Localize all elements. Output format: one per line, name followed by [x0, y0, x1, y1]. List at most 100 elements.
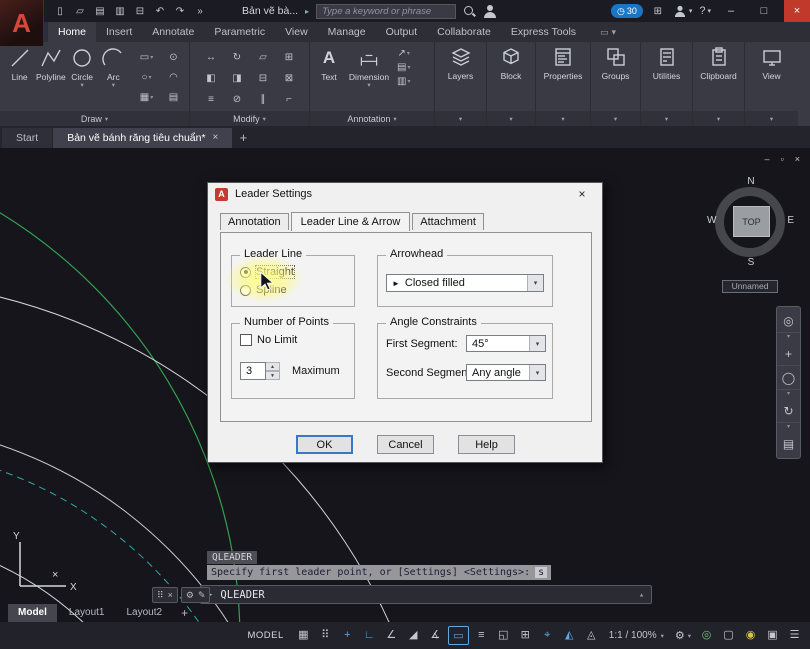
- dimension-tool-button[interactable]: Dimension ▾: [344, 45, 394, 89]
- no-limit-checkbox-row[interactable]: No Limit: [240, 334, 297, 346]
- circle-tool-button[interactable]: Circle ▾: [67, 45, 98, 89]
- notification-badge[interactable]: ◷ 30: [611, 4, 643, 18]
- maximize-button[interactable]: □: [751, 0, 777, 22]
- stepper-down-icon[interactable]: ▼: [266, 371, 280, 380]
- redo-icon[interactable]: ↷: [172, 6, 188, 17]
- region-tool-icon[interactable]: ▤: [160, 87, 187, 107]
- ortho-mode-icon[interactable]: ∟: [360, 626, 379, 645]
- cancel-button[interactable]: Cancel: [377, 435, 434, 454]
- view-button[interactable]: View: [745, 42, 798, 111]
- maximum-points-value[interactable]: 3: [240, 362, 266, 380]
- ribbon-tab-express-tools[interactable]: Express Tools: [501, 22, 586, 42]
- drawing-minimize-icon[interactable]: –: [765, 154, 770, 164]
- ribbon-tab-output[interactable]: Output: [376, 22, 428, 42]
- move-tool-icon[interactable]: ↔: [198, 47, 224, 68]
- lineweight-icon[interactable]: ≡: [472, 626, 491, 645]
- view-panel-caret[interactable]: ▾: [745, 111, 798, 126]
- drawing-restore-icon[interactable]: ▫: [781, 154, 784, 164]
- properties-button[interactable]: Properties: [536, 42, 590, 111]
- array-tool-icon[interactable]: ⊞: [276, 47, 302, 68]
- workspace-switching-control[interactable]: ⚙ ▾: [672, 629, 694, 642]
- block-panel-caret[interactable]: ▾: [487, 111, 535, 126]
- viewcube[interactable]: N W E S TOP: [706, 176, 796, 268]
- ok-button[interactable]: OK: [296, 435, 353, 454]
- hatch-tool-icon[interactable]: ▦▾: [133, 87, 160, 107]
- save-as-icon[interactable]: ▥: [112, 6, 128, 17]
- explode-tool-icon[interactable]: ⊠: [276, 68, 302, 89]
- dynamic-input-icon[interactable]: +: [338, 626, 357, 645]
- fillet-tool-icon[interactable]: ⊟: [250, 68, 276, 89]
- polar-tracking-icon[interactable]: ∠: [382, 626, 401, 645]
- viewcube-east[interactable]: E: [787, 215, 794, 226]
- utilities-panel-caret[interactable]: ▾: [641, 111, 692, 126]
- draw-panel-label[interactable]: Draw▾: [0, 111, 189, 126]
- transparency-icon[interactable]: ◱: [494, 626, 513, 645]
- stretch-tool-icon[interactable]: ≡: [198, 89, 224, 110]
- ribbon-tab-view[interactable]: View: [275, 22, 318, 42]
- pan-icon[interactable]: +: [777, 342, 800, 366]
- line-tool-button[interactable]: Line: [4, 45, 35, 82]
- arrowhead-dropdown-icon[interactable]: ▾: [527, 275, 543, 291]
- layout-tab-model[interactable]: Model: [8, 604, 57, 622]
- stepper-up-icon[interactable]: ▲: [266, 362, 280, 371]
- block-button[interactable]: Block: [487, 42, 535, 111]
- isometric-drafting-icon[interactable]: ◢: [404, 626, 423, 645]
- graphics-performance-icon[interactable]: ▢: [719, 626, 738, 645]
- rotate-tool-icon[interactable]: ↻: [224, 47, 250, 68]
- text-tool-button[interactable]: A Text: [314, 45, 344, 82]
- viewcube-north[interactable]: N: [706, 176, 796, 187]
- annotation-crosshair-icon[interactable]: ⌖: [538, 626, 557, 645]
- first-segment-dropdown-icon[interactable]: ▾: [529, 336, 545, 351]
- viewcube-south[interactable]: S: [706, 257, 796, 268]
- open-file-icon[interactable]: ▱: [72, 6, 88, 17]
- save-icon[interactable]: ▤: [92, 6, 108, 17]
- copy-tool-icon[interactable]: ◧: [198, 68, 224, 89]
- groups-panel-caret[interactable]: ▾: [591, 111, 640, 126]
- tab-leader-line-arrow[interactable]: Leader Line & Arrow: [291, 212, 411, 231]
- first-segment-select[interactable]: 45° ▾: [466, 335, 546, 352]
- ribbon-tab-home[interactable]: Home: [48, 22, 96, 42]
- mirror-tool-icon[interactable]: ◨: [224, 68, 250, 89]
- tab-annotation[interactable]: Annotation: [220, 213, 289, 230]
- polyline-tool-button[interactable]: Polyline: [35, 45, 66, 82]
- dialog-titlebar[interactable]: A Leader Settings ×: [208, 183, 602, 205]
- erase-tool-icon[interactable]: ⌐: [276, 89, 302, 110]
- arc-flyout-caret-icon[interactable]: ▾: [112, 82, 115, 89]
- user-icon[interactable]: [483, 4, 497, 18]
- command-grip-chip[interactable]: ⠿ ×: [152, 587, 178, 603]
- dialog-close-button[interactable]: ×: [569, 187, 595, 201]
- layers-button[interactable]: Layers: [435, 42, 486, 111]
- viewcube-west[interactable]: W: [707, 215, 716, 226]
- file-tab-drawing[interactable]: Bản vẽ bánh răng tiêu chuẩn* ×: [53, 128, 232, 148]
- no-limit-checkbox[interactable]: [240, 334, 252, 346]
- layers-panel-caret[interactable]: ▾: [435, 111, 486, 126]
- trim-tool-icon[interactable]: ▱: [250, 47, 276, 68]
- minimize-button[interactable]: –: [718, 0, 744, 22]
- zoom-icon[interactable]: ◯: [777, 366, 800, 390]
- plot-icon[interactable]: ⊟: [132, 6, 148, 17]
- new-file-icon[interactable]: ▯: [52, 6, 68, 17]
- layout-tab-layout2[interactable]: Layout2: [116, 604, 172, 622]
- point-tool-icon[interactable]: ⊙: [160, 47, 187, 67]
- selection-cycling-icon[interactable]: ⊞: [516, 626, 535, 645]
- isolate-objects-icon[interactable]: ◉: [741, 626, 760, 645]
- annotation-visibility-icon[interactable]: ◬: [582, 626, 601, 645]
- ribbon-tab-parametric[interactable]: Parametric: [204, 22, 275, 42]
- second-segment-dropdown-icon[interactable]: ▾: [529, 365, 545, 380]
- circle-flyout-caret-icon[interactable]: ▾: [80, 82, 83, 89]
- app-logo[interactable]: A: [0, 0, 44, 46]
- straight-radio-button[interactable]: [240, 267, 251, 278]
- file-tab-start[interactable]: Start: [2, 128, 52, 148]
- command-close-icon[interactable]: ×: [168, 590, 173, 600]
- new-layout-button[interactable]: +: [174, 606, 195, 620]
- orbit-caret-icon[interactable]: ▾: [787, 423, 790, 432]
- file-tab-close-icon[interactable]: ×: [213, 128, 219, 148]
- show-motion-icon[interactable]: ▤: [777, 432, 800, 456]
- dimension-flyout-caret-icon[interactable]: ▾: [367, 82, 370, 89]
- annotation-panel-label[interactable]: Annotation▾: [310, 111, 434, 126]
- maximum-points-stepper[interactable]: 3 ▲ ▼: [240, 362, 280, 380]
- close-button[interactable]: ×: [784, 0, 810, 22]
- ribbon-tab-collaborate[interactable]: Collaborate: [427, 22, 501, 42]
- orbit-icon[interactable]: ↻: [777, 399, 800, 423]
- ribbon-tab-annotate[interactable]: Annotate: [142, 22, 204, 42]
